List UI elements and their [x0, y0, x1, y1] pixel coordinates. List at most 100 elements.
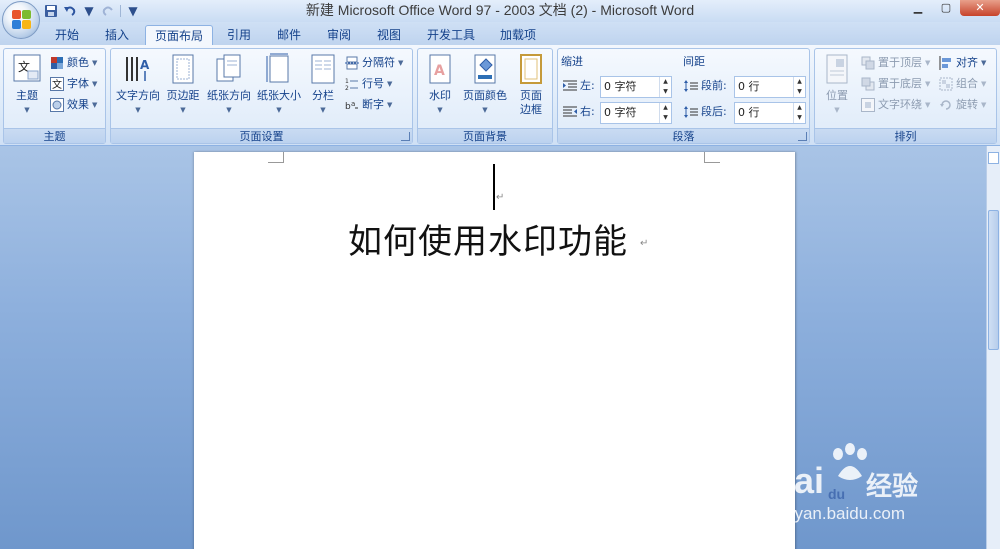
- margins-icon: [168, 53, 198, 85]
- breaks-button[interactable]: 分隔符 ▼: [345, 55, 403, 71]
- margins-button[interactable]: 页边距 ▼: [163, 53, 203, 117]
- watermark-url: jingyan.baidu.com: [768, 504, 906, 523]
- tab-add-ins[interactable]: 加载项: [492, 25, 544, 46]
- text-cursor: [493, 164, 495, 210]
- send-to-back-icon: [861, 77, 875, 91]
- theme-fonts-button[interactable]: 文 字体 ▼: [50, 76, 97, 92]
- line-numbers-icon: 12: [345, 77, 359, 92]
- office-button[interactable]: [2, 1, 40, 39]
- ribbon: 文 主题 ▼ 颜色 ▼ 文 字体 ▼ 效果 ▼ 主题 A 文字方向 ▼ 页边距 …: [0, 45, 1000, 146]
- tab-view[interactable]: 视图: [368, 25, 410, 46]
- tab-review[interactable]: 审阅: [318, 25, 360, 46]
- minimize-icon[interactable]: ▁: [904, 0, 932, 16]
- themes-icon: 文: [12, 53, 42, 85]
- indent-left-spinner-icon[interactable]: ▲ ▼: [659, 77, 671, 97]
- page-borders-button[interactable]: 页面 边框: [512, 53, 550, 117]
- columns-icon: [308, 53, 338, 85]
- rotate-icon: [939, 98, 953, 112]
- text-wrapping-button[interactable]: 文字环绕 ▼: [861, 97, 930, 113]
- color-palette-icon: [50, 56, 64, 70]
- indent-right-label: 右:: [563, 104, 595, 120]
- tab-page-layout[interactable]: 页面布局: [145, 25, 213, 46]
- themes-button[interactable]: 文 主题 ▼: [7, 53, 47, 117]
- send-to-back-button[interactable]: 置于底层 ▼: [861, 76, 930, 92]
- margin-corner-mark: [704, 152, 720, 163]
- group-page-setup: A 文字方向 ▼ 页边距 ▼ 纸张方向 ▼ 纸张大小 ▼ 分栏 ▼ 分隔符 ▼ …: [110, 48, 413, 144]
- watermark-brand-latin: Bai: [768, 460, 825, 501]
- window-title: 新建 Microsoft Office Word 97 - 2003 文档 (2…: [305, 2, 695, 18]
- group-objects-icon: [939, 77, 953, 91]
- spacing-after-spinner-icon[interactable]: ▲ ▼: [793, 103, 805, 123]
- group-objects-button[interactable]: 组合 ▼: [939, 76, 986, 92]
- svg-text:文: 文: [52, 78, 62, 91]
- paint-bucket-icon: [470, 53, 500, 85]
- align-button[interactable]: 对齐 ▼: [939, 55, 986, 71]
- spacing-before-input[interactable]: 0 行 ▲ ▼: [734, 76, 806, 98]
- tab-insert[interactable]: 插入: [96, 25, 138, 46]
- page-size-icon: [264, 53, 294, 85]
- window-controls: ▁ ▢ ✕: [904, 0, 1000, 16]
- paragraph-dialog-launcher-icon[interactable]: [798, 132, 807, 141]
- watermark-brand-cn: 经验: [866, 472, 919, 502]
- page-setup-dialog-launcher-icon[interactable]: [401, 132, 410, 141]
- indent-header: 缩进: [561, 55, 583, 68]
- scrollbar-thumb[interactable]: [988, 210, 999, 350]
- text-direction-button[interactable]: A 文字方向 ▼: [114, 53, 162, 117]
- columns-button[interactable]: 分栏 ▼: [305, 53, 341, 117]
- spacing-after-input[interactable]: 0 行 ▲ ▼: [734, 102, 806, 124]
- page-borders-icon: [516, 53, 546, 85]
- spacing-after-label: 段后:: [684, 104, 727, 120]
- hyphenation-button[interactable]: ba 断字 ▼: [345, 97, 392, 113]
- bring-to-front-button[interactable]: 置于顶层 ▼: [861, 55, 930, 71]
- indent-left-input[interactable]: 0 字符 ▲ ▼: [600, 76, 672, 98]
- indent-right-spinner-icon[interactable]: ▲ ▼: [659, 103, 671, 123]
- rotate-button[interactable]: 旋转 ▼: [939, 97, 986, 113]
- breaks-icon: [345, 56, 359, 70]
- tab-developer[interactable]: 开发工具: [418, 25, 484, 46]
- align-icon: [939, 56, 953, 70]
- document-heading-text[interactable]: 如何使用水印功能: [348, 214, 628, 263]
- text-direction-icon: A: [123, 53, 153, 85]
- group-page-background: A 水印 ▼ 页面颜色 ▼ 页面 边框 页面背景: [417, 48, 553, 144]
- ribbon-tab-strip: 开始 插入 页面布局 引用 邮件 审阅 视图 开发工具 加载项: [0, 22, 1000, 46]
- group-label-page-background: 页面背景: [418, 128, 552, 143]
- orientation-button[interactable]: 纸张方向 ▼: [205, 53, 253, 117]
- spacing-before-icon: [684, 79, 698, 93]
- close-icon[interactable]: ✕: [960, 0, 1000, 16]
- group-arrange: 位置 ▼ 置于顶层 ▼ 置于底层 ▼ 文字环绕 ▼ 对齐 ▼ 组合 ▼ 旋转 ▼ 排列: [814, 48, 997, 144]
- indent-left-label: 左:: [563, 78, 595, 94]
- page-color-button[interactable]: 页面颜色 ▼: [460, 53, 510, 117]
- group-label-paragraph: 段落: [558, 128, 809, 143]
- effects-icon: [50, 98, 64, 112]
- watermark-button[interactable]: A 水印 ▼: [422, 53, 458, 117]
- ruler-toggle-icon[interactable]: [988, 152, 999, 164]
- line-numbers-button[interactable]: 12 行号 ▼: [345, 76, 392, 92]
- position-icon: [822, 53, 852, 85]
- spacing-before-spinner-icon[interactable]: ▲ ▼: [793, 77, 805, 97]
- group-themes: 文 主题 ▼ 颜色 ▼ 文 字体 ▼ 效果 ▼ 主题: [3, 48, 106, 144]
- paragraph-mark: ↵: [496, 192, 505, 203]
- hyphenation-icon: ba: [345, 98, 359, 112]
- vertical-scrollbar[interactable]: [986, 146, 1000, 549]
- spacing-header: 间距: [683, 55, 705, 68]
- position-button[interactable]: 位置 ▼: [819, 53, 855, 117]
- tab-home[interactable]: 开始: [46, 25, 88, 46]
- indent-right-input[interactable]: 0 字符 ▲ ▼: [600, 102, 672, 124]
- text-wrapping-icon: [861, 98, 875, 112]
- tab-references[interactable]: 引用: [218, 25, 260, 46]
- theme-effects-button[interactable]: 效果 ▼: [50, 97, 97, 113]
- document-page[interactable]: ↵ 如何使用水印功能 ↵: [194, 152, 795, 549]
- svg-text:A: A: [434, 63, 445, 79]
- spacing-before-label: 段前:: [684, 78, 727, 94]
- maximize-icon[interactable]: ▢: [932, 0, 960, 16]
- paragraph-mark: ↵: [640, 238, 649, 249]
- indent-right-icon: [563, 105, 577, 119]
- tab-mailings[interactable]: 邮件: [268, 25, 310, 46]
- svg-text:1: 1: [345, 78, 349, 85]
- svg-text:a: a: [351, 100, 355, 108]
- page-size-button[interactable]: 纸张大小 ▼: [255, 53, 303, 117]
- theme-colors-button[interactable]: 颜色 ▼: [50, 55, 97, 71]
- group-paragraph: 缩进 间距 左: 0 字符 ▲ ▼ 右: 0 字符 ▲ ▼ 段前: 0 行 ▲ ▼ 段…: [557, 48, 810, 144]
- bring-to-front-icon: [861, 56, 875, 70]
- font-text-icon: 文: [50, 77, 64, 91]
